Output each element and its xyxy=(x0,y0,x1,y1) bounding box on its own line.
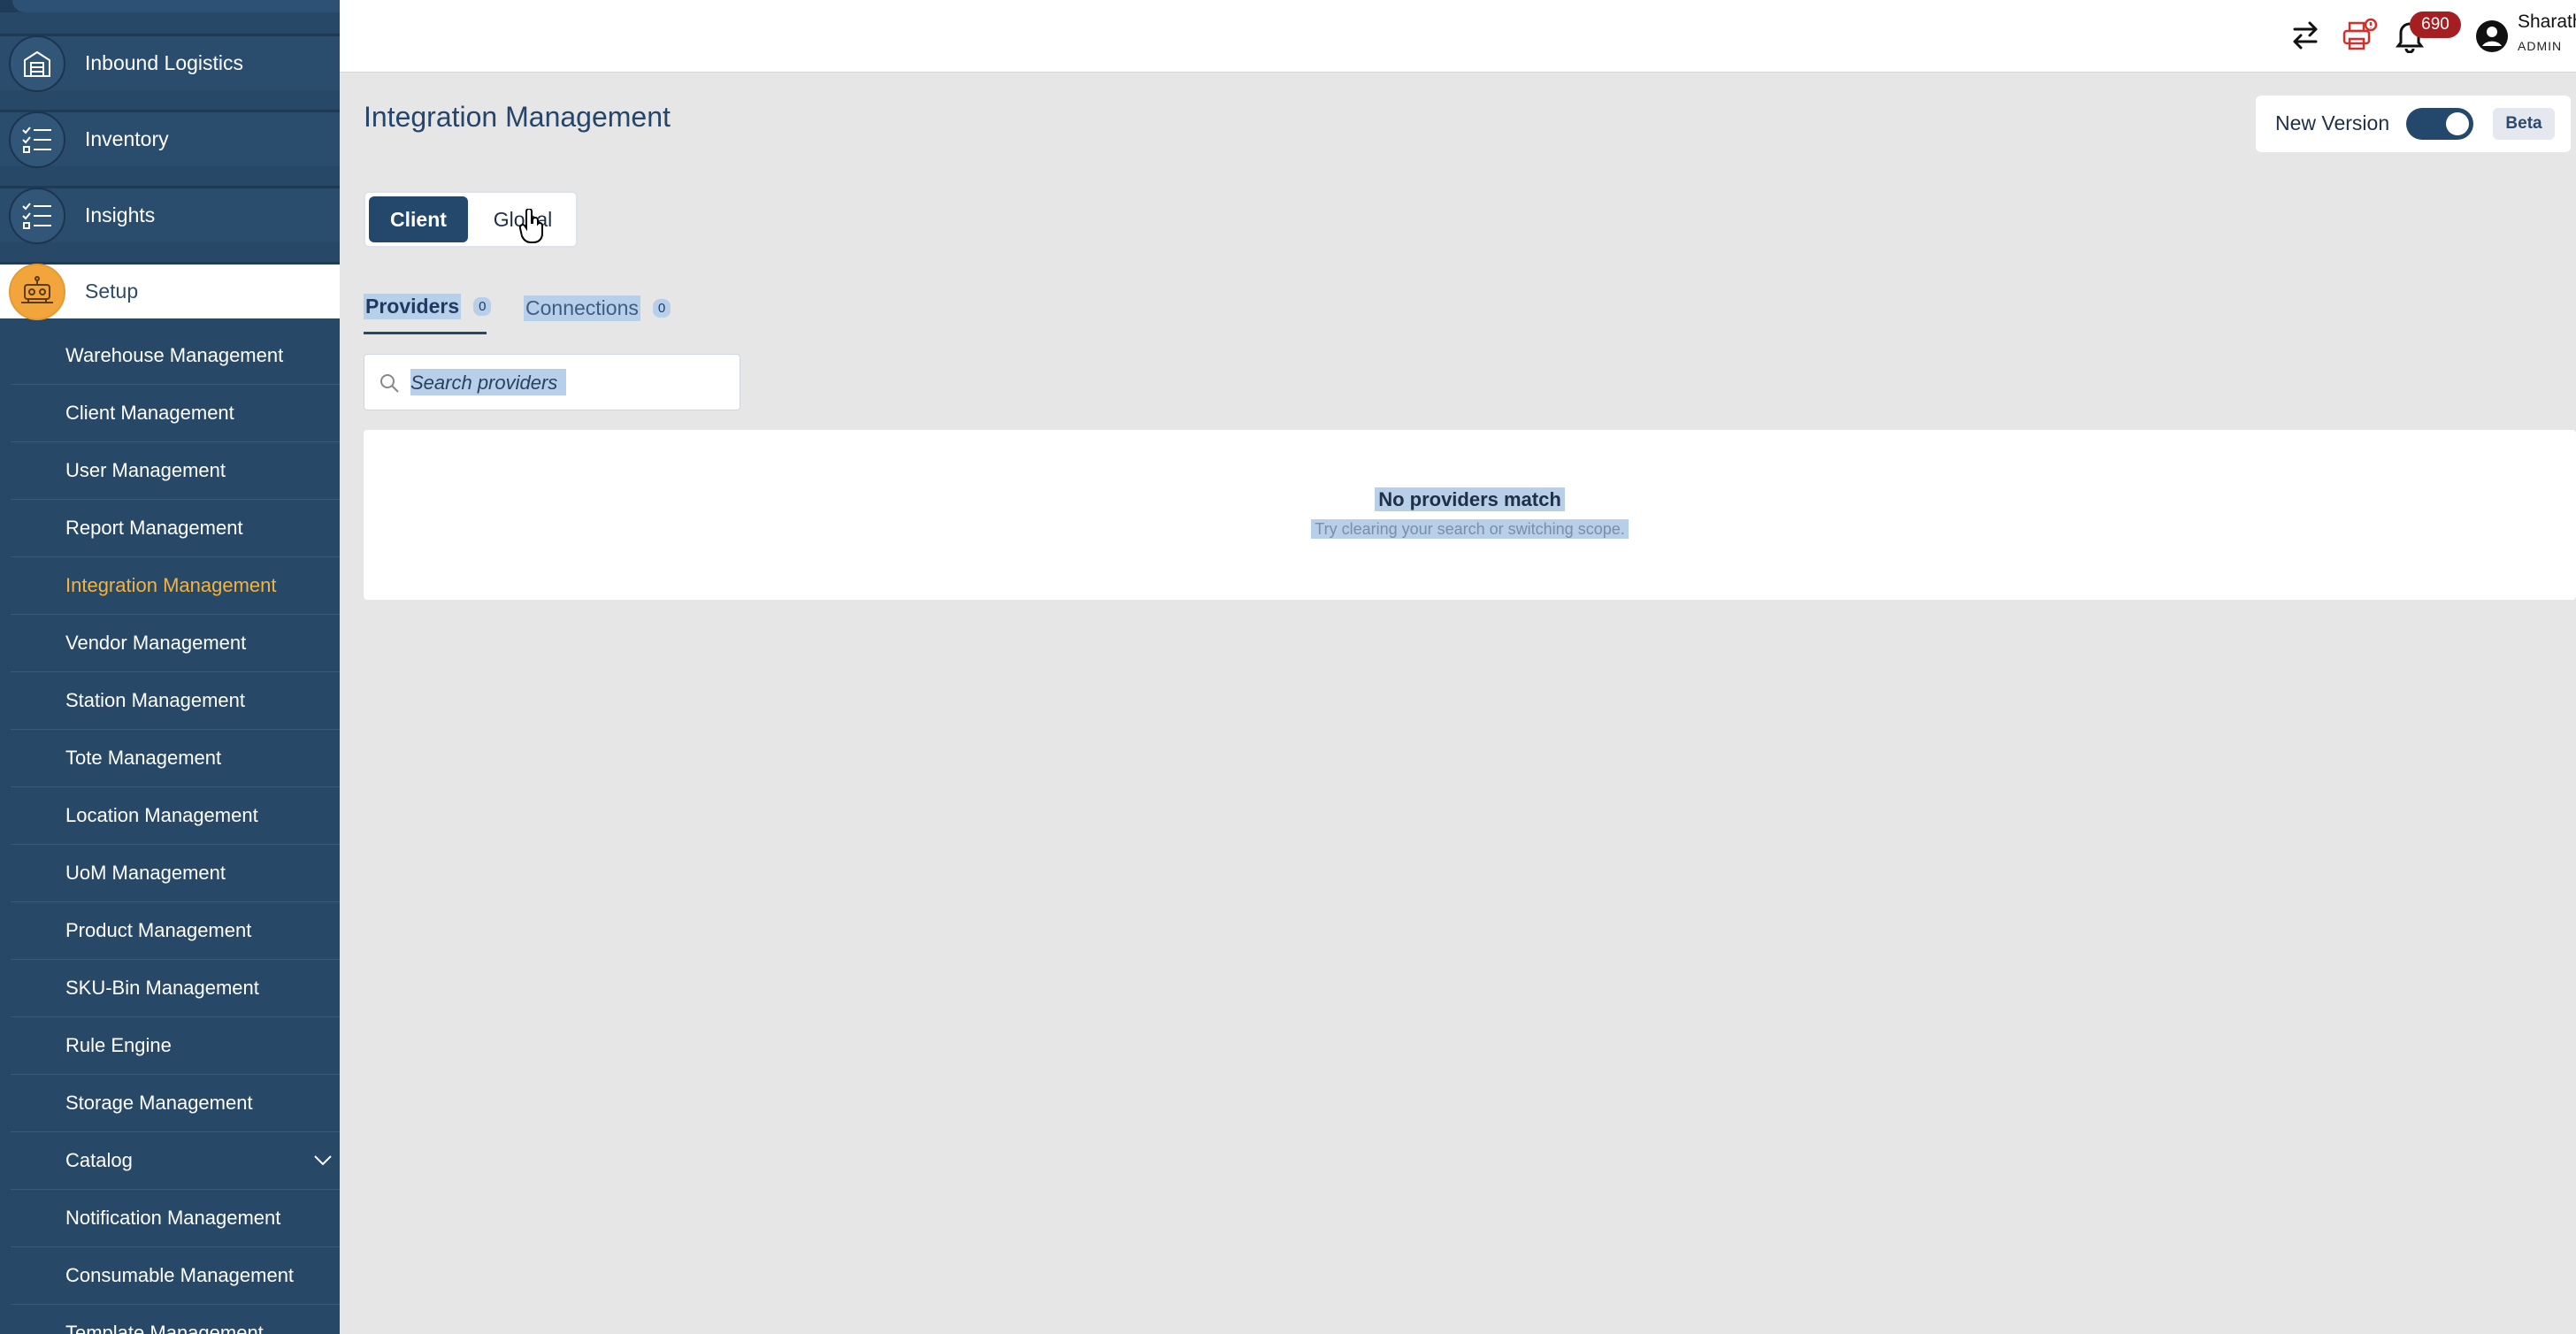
new-version-toggle[interactable] xyxy=(2406,108,2473,140)
sidebar-item-report-management[interactable]: Report Management xyxy=(11,500,340,557)
hand-cursor-icon xyxy=(518,208,545,249)
sidebar-item-uom-management[interactable]: UoM Management xyxy=(11,845,340,902)
user-avatar-icon[interactable] xyxy=(2475,19,2511,55)
sidebar-item-location-management[interactable]: Location Management xyxy=(11,787,340,845)
tab-connections-count: 0 xyxy=(652,298,671,318)
nav-insights[interactable]: Insights xyxy=(0,186,340,244)
new-version-card: New Version Beta xyxy=(2256,96,2571,152)
nav-inventory[interactable]: Inventory xyxy=(0,110,340,168)
nav-insights-label: Insights xyxy=(85,203,156,226)
sidebar-top-strip xyxy=(0,0,340,12)
new-version-label: New Version xyxy=(2275,111,2390,134)
sidebar-item-tote-management[interactable]: Tote Management xyxy=(11,730,340,787)
sidebar-item-catalog[interactable]: Catalog xyxy=(11,1132,340,1190)
sidebar-item-station-management[interactable]: Station Management xyxy=(11,672,340,730)
sidebar-item-integration-management[interactable]: Integration Management xyxy=(11,557,340,615)
nav-inbound-logistics[interactable]: Inbound Logistics xyxy=(0,34,340,92)
tab-providers-label: Providers xyxy=(364,294,462,319)
user-role: ADMIN xyxy=(2518,39,2563,53)
empty-state-subtitle: Try clearing your search or switching sc… xyxy=(1311,519,1629,539)
checklist-icon xyxy=(9,111,65,168)
top-bar xyxy=(340,0,2576,73)
scope-client-button[interactable]: Client xyxy=(369,196,468,242)
empty-state-title: No providers match xyxy=(1375,487,1565,511)
empty-state-card: No providers match Try clearing your sea… xyxy=(364,430,2576,600)
sidebar-item-sku-bin-management[interactable]: SKU-Bin Management xyxy=(11,960,340,1017)
tab-connections-label: Connections xyxy=(524,295,640,321)
sidebar-item-notification-management[interactable]: Notification Management xyxy=(11,1190,340,1247)
tab-providers-count: 0 xyxy=(473,297,492,316)
tab-providers[interactable]: Providers 0 xyxy=(364,281,492,334)
sidebar-item-rule-engine[interactable]: Rule Engine xyxy=(11,1017,340,1075)
sidebar-item-client-management[interactable]: Client Management xyxy=(11,385,340,442)
user-name[interactable]: Sharath xyxy=(2518,12,2576,33)
beta-badge: Beta xyxy=(2493,108,2555,140)
search-icon xyxy=(379,372,400,398)
warehouse-icon xyxy=(9,34,65,92)
tab-connections[interactable]: Connections 0 xyxy=(524,281,671,334)
nav-inventory-label: Inventory xyxy=(85,127,169,150)
search-input[interactable] xyxy=(409,367,731,399)
page-title: Integration Management xyxy=(364,101,671,133)
nav-setup-label: Setup xyxy=(85,280,139,303)
sidebar-item-storage-management[interactable]: Storage Management xyxy=(11,1075,340,1132)
nav-inbound-logistics-label: Inbound Logistics xyxy=(85,51,244,74)
sidebar-item-user-management[interactable]: User Management xyxy=(11,442,340,500)
chevron-down-icon xyxy=(313,1149,333,1172)
sidebar-item-template-management[interactable]: Template Management xyxy=(11,1305,340,1334)
scope-switch: Client Global xyxy=(364,191,578,248)
sidebar: Inbound Logistics Inventory Insights Set… xyxy=(0,0,340,1334)
setup-submenu: Warehouse Management Client Management U… xyxy=(11,327,340,1334)
notification-count-badge: 690 xyxy=(2410,12,2461,38)
printer-alert-icon[interactable] xyxy=(2341,18,2378,53)
search-providers-box xyxy=(364,354,740,410)
checklist-icon xyxy=(9,187,65,244)
nav-setup[interactable]: Setup xyxy=(0,262,340,320)
sidebar-item-vendor-management[interactable]: Vendor Management xyxy=(11,615,340,672)
sidebar-item-warehouse-management[interactable]: Warehouse Management xyxy=(11,327,340,385)
swap-arrows-icon[interactable] xyxy=(2288,18,2323,53)
robot-icon xyxy=(9,263,65,320)
sidebar-item-product-management[interactable]: Product Management xyxy=(11,902,340,960)
sidebar-item-consumable-management[interactable]: Consumable Management xyxy=(11,1247,340,1305)
